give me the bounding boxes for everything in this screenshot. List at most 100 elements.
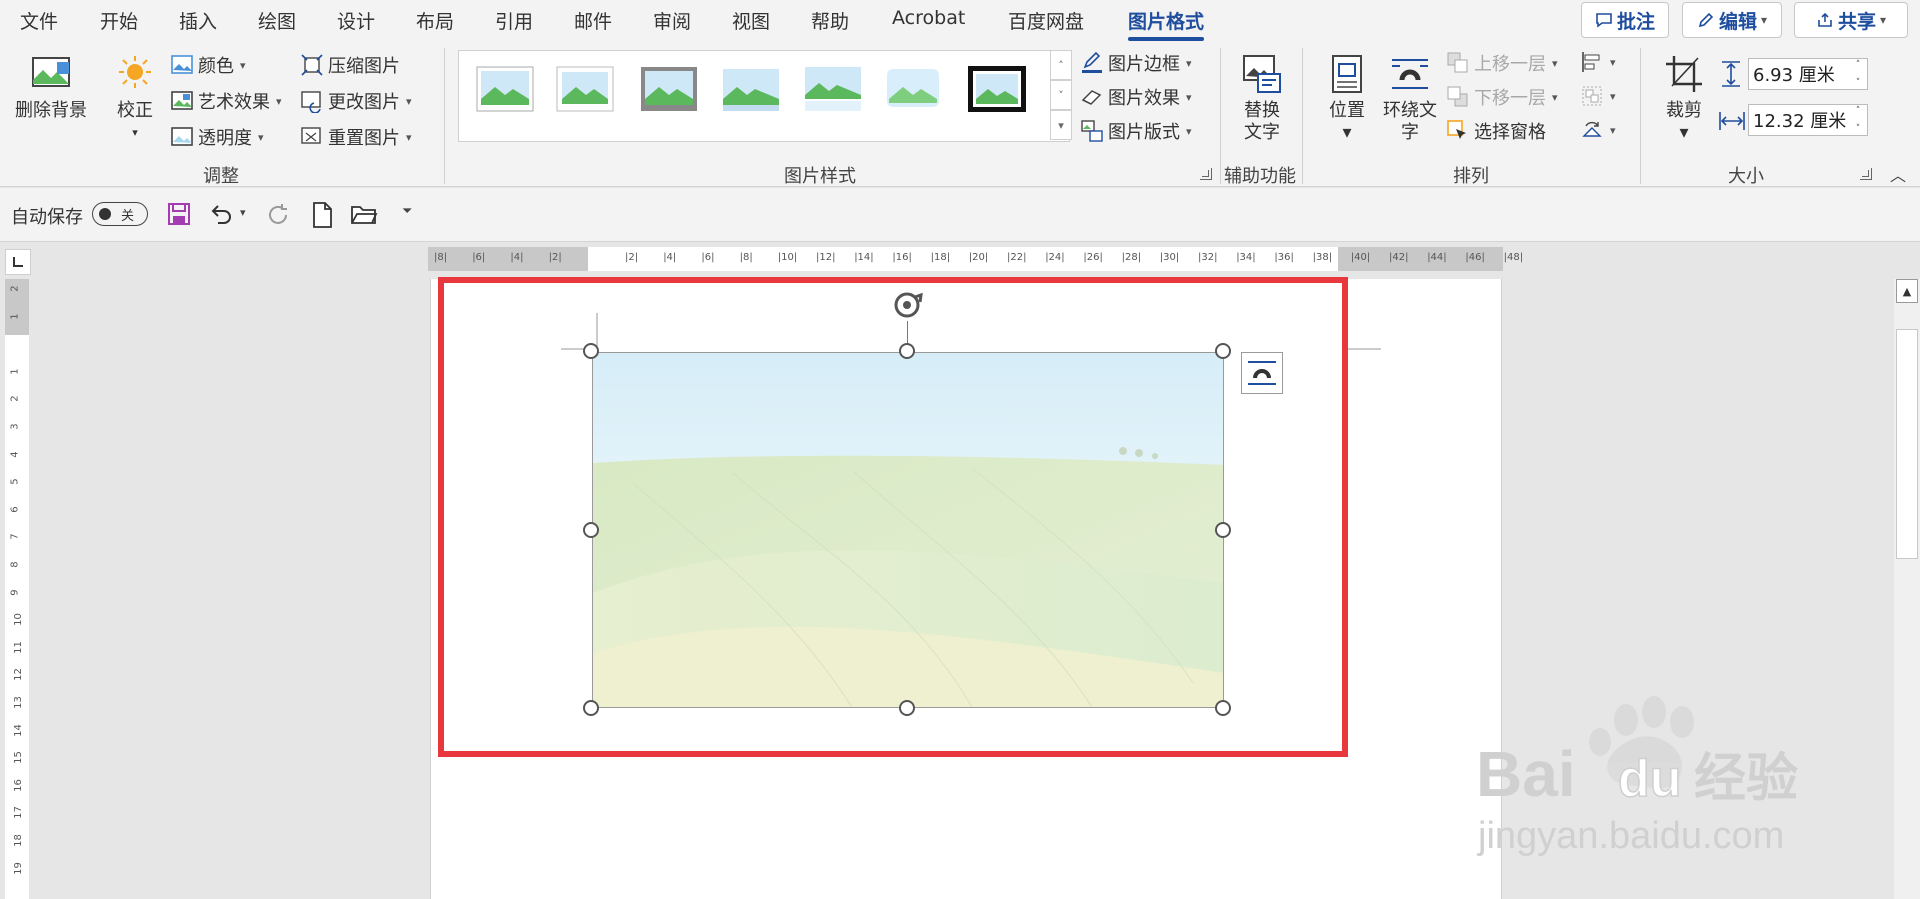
chevron-down-icon[interactable]: ˅ [1856,78,1861,88]
style-thumbnail[interactable] [475,65,535,113]
tab-acrobat[interactable]: Acrobat [892,7,965,29]
width-spinner[interactable]: ˄ ˅ [1851,106,1865,134]
open-folder-icon[interactable] [350,201,378,227]
send-backward-button[interactable]: 下移一层 ▾ [1446,84,1558,110]
ruler-tick-label: |36| [1274,252,1294,263]
chevron-up-icon[interactable]: ˄ [1856,106,1861,116]
horizontal-ruler[interactable]: |8| |6| |4| |2| |2| |4| |6| |8| |10| |12| |14| |16|… [428,247,1523,271]
artistic-effects-button[interactable]: 艺术效果 ▾ [170,88,282,114]
share-icon [1818,12,1832,27]
compress-pictures-button[interactable]: 压缩图片 [300,52,400,78]
picture-effects-button[interactable]: 图片效果 ▾ [1080,84,1192,110]
rotate-icon [1582,121,1602,137]
edit-mode-button[interactable]: 编辑 ▾ [1682,2,1782,38]
ruler-tick-label: |32| [1198,252,1218,263]
style-thumbnail[interactable] [721,65,781,113]
vertical-ruler[interactable]: 2 1 1 2 3 4 5 6 7 8 9 10 11 12 13 14 15 16 17 18 19 [5,279,29,899]
picture-styles-dialog-launcher[interactable] [1200,168,1212,180]
selection-pane-button[interactable]: 选择窗格 [1446,118,1546,144]
share-button[interactable]: 共享 ▾ [1794,2,1908,38]
tab-home[interactable]: 开始 [100,7,138,34]
transparency-button[interactable]: 透明度 ▾ [170,124,264,150]
tab-selector[interactable] [5,249,31,275]
crop-button[interactable]: 裁剪 ▾ [1656,52,1712,144]
align-button[interactable]: ▾ [1580,50,1616,74]
shape-height-input[interactable]: 6.93 厘米 ˄ ˅ [1748,58,1868,90]
corrections-button[interactable]: 校正 ▾ [110,52,160,144]
tab-references[interactable]: 引用 [495,7,533,34]
shape-height-value: 6.93 厘米 [1753,65,1835,86]
gallery-expand[interactable]: ▾ [1050,110,1072,140]
rotate-button[interactable]: ▾ [1580,118,1616,142]
sun-icon [119,56,151,88]
picture-color-icon [171,55,193,74]
style-thumbnail[interactable] [803,65,863,113]
color-button[interactable]: 颜色 ▾ [170,52,246,78]
ruler-tick-label: 15 [12,751,24,765]
scroll-up-button[interactable]: ▲ [1896,279,1918,303]
tab-review[interactable]: 审阅 [653,7,691,34]
ruler-tick-label: |6| [701,252,715,263]
chevron-up-icon[interactable]: ˄ [1856,60,1861,70]
quick-access-toolbar: 自动保存 关 ▾ ⏷ [0,188,1920,242]
shape-width-input[interactable]: 12.32 厘米 ˄ ˅ [1748,104,1868,136]
watermark-jingyan: 经验 [1694,750,1798,808]
picture-layout-button[interactable]: 图片版式 ▾ [1080,118,1192,144]
tab-layout[interactable]: 布局 [416,7,454,34]
picture-border-button[interactable]: 图片边框 ▾ [1080,50,1192,76]
style-thumbnail[interactable] [639,65,699,113]
gallery-scroll-down[interactable]: ˅ [1050,80,1072,110]
tab-file[interactable]: 文件 [20,7,58,34]
save-icon[interactable] [166,201,192,227]
style-thumbnail[interactable] [967,65,1027,113]
picture-styles-gallery[interactable] [458,50,1070,142]
size-dialog-launcher[interactable] [1860,168,1872,180]
tab-draw[interactable]: 绘图 [258,7,296,34]
group-label-arrange: 排列 [1453,166,1489,187]
reset-picture-button[interactable]: 重置图片 ▾ [300,124,412,150]
new-document-icon[interactable] [310,201,334,229]
gallery-scroll-up[interactable]: ˄ [1050,50,1072,80]
autosave-toggle[interactable]: 关 [92,202,148,226]
customize-toolbar-icon[interactable]: ⏷ [402,204,412,219]
chevron-down-icon[interactable]: ˅ [1856,124,1861,134]
height-spinner[interactable]: ˄ ˅ [1851,60,1865,88]
change-picture-button[interactable]: 更改图片 ▾ [300,88,412,114]
remove-background-button[interactable]: 删除背景 [12,52,90,122]
ruler-tick-label: 16 [12,778,24,792]
chevron-down-icon: ▾ [1342,122,1352,143]
collapse-ribbon-icon[interactable]: ︿ [1890,162,1906,186]
wrap-text-label-line2: 字 [1401,122,1419,143]
artistic-effects-icon [171,91,193,110]
alt-text-button[interactable]: 替换 文字 [1232,52,1292,144]
tab-baidu-netdisk[interactable]: 百度网盘 [1008,7,1084,34]
group-objects-button[interactable]: ▾ [1580,84,1616,108]
scrollbar-thumb[interactable] [1896,329,1918,559]
ruler-tick-label: 2 [9,395,21,403]
ruler-tick-label: 1 [9,368,21,375]
tab-design[interactable]: 设计 [337,7,375,34]
position-button[interactable]: 位置 ▾ [1320,52,1374,144]
wrap-text-button[interactable]: 环绕文 字 [1380,52,1440,144]
tab-insert[interactable]: 插入 [179,7,217,34]
redo-icon[interactable] [264,201,292,229]
tab-mailings[interactable]: 邮件 [574,7,612,34]
position-icon [1332,55,1362,93]
picture-border-label: 图片边框 [1108,54,1180,75]
undo-dropdown-icon[interactable]: ▾ [240,206,246,219]
crop-label: 裁剪 [1666,100,1702,121]
comment-button[interactable]: 批注 [1581,2,1669,38]
tab-view[interactable]: 视图 [732,7,770,34]
ruler-tick-label: |40| [1350,252,1371,263]
picture-layout-label: 图片版式 [1108,122,1180,143]
compress-icon [301,54,323,76]
tab-picture-format[interactable]: 图片格式 [1128,7,1205,41]
corrections-label: 校正 [117,100,153,121]
tab-help[interactable]: 帮助 [811,7,849,34]
undo-icon[interactable] [208,201,234,227]
vertical-scrollbar[interactable]: ▲ [1894,279,1920,899]
bring-forward-button[interactable]: 上移一层 ▾ [1446,50,1558,76]
style-thumbnail[interactable] [883,65,943,113]
ruler-tick-label: |10| [777,252,798,263]
style-thumbnail[interactable] [555,65,615,113]
